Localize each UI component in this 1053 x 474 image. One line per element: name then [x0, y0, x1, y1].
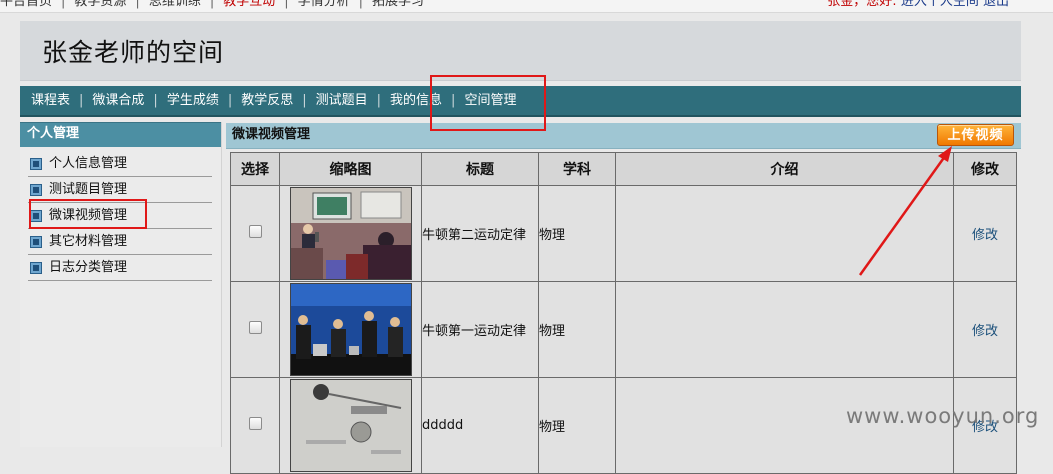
- sidebar-item-log-categories[interactable]: 日志分类管理: [28, 255, 212, 281]
- sidebar-item-label: 个人信息管理: [49, 155, 128, 171]
- table-row: 牛顿第一运动定律 物理 修改: [230, 281, 1017, 378]
- video-thumbnail[interactable]: [289, 283, 412, 376]
- user-greeting: 张金，您好:: [827, 0, 897, 9]
- annotation-box-video-management: [29, 199, 147, 229]
- sidebar-item-other-materials[interactable]: 其它材料管理: [28, 229, 212, 255]
- nav-item-schedule[interactable]: 课程表: [31, 93, 70, 108]
- topnav-link-resources[interactable]: 教学资源: [74, 0, 126, 9]
- row-checkbox[interactable]: [248, 225, 262, 238]
- page-header: 张金老师的空间: [20, 21, 1021, 81]
- nav-item-reflection[interactable]: 教学反思: [241, 93, 293, 108]
- column-header-select: 选择: [230, 152, 280, 186]
- sidebar-item-label: 其它材料管理: [49, 233, 128, 249]
- nav-item-tests[interactable]: 测试题目: [316, 93, 368, 108]
- annotation-arrow-icon: [858, 146, 952, 276]
- edit-link[interactable]: 修改: [972, 324, 998, 339]
- topnav-link-home[interactable]: 平台首页: [0, 0, 52, 9]
- video-thumbnail[interactable]: [289, 187, 412, 280]
- sidebar-item-personal-info[interactable]: 个人信息管理: [28, 151, 212, 177]
- list-bullet-icon: [30, 261, 42, 274]
- watermark: www.wooyun.org: [846, 404, 1040, 428]
- nav-item-grades[interactable]: 学生成绩: [167, 93, 219, 108]
- topnav-link-extension[interactable]: 拓展学习: [372, 0, 424, 9]
- edit-link[interactable]: 修改: [972, 228, 998, 243]
- sidebar-item-label: 测试题目管理: [49, 181, 128, 197]
- user-links: 张金，您好: 进入个人空间 退出: [827, 0, 1009, 12]
- sidebar: 个人管理 个人信息管理 测试题目管理 微课视频管理 其它材料管理 日志分类管理: [20, 122, 222, 447]
- nav-item-microlesson[interactable]: 微课合成: [92, 93, 144, 108]
- row-checkbox[interactable]: [248, 321, 262, 334]
- page-title: 张金老师的空间: [42, 38, 225, 67]
- personal-space-link[interactable]: 进入个人空间: [901, 0, 979, 9]
- column-header-edit: 修改: [953, 152, 1017, 186]
- column-header-title: 标题: [421, 152, 539, 186]
- annotation-box-space-management: [430, 75, 546, 131]
- video-subject: 物理: [538, 281, 616, 378]
- video-title: ddddd: [421, 377, 539, 474]
- sidebar-item-label: 日志分类管理: [49, 259, 128, 275]
- logout-link[interactable]: 退出: [983, 0, 1009, 9]
- video-subject: 物理: [538, 377, 616, 474]
- content-title: 微课视频管理: [232, 127, 311, 142]
- video-title: 牛顿第一运动定律: [421, 281, 539, 378]
- video-thumbnail[interactable]: [289, 379, 412, 472]
- column-header-subject: 学科: [538, 152, 616, 186]
- top-nav-items: 平台首页 | 教学资源 | 思维训练 | 教学互动 | 学情分析 | 拓展学习: [0, 0, 424, 12]
- topnav-link-thinking[interactable]: 思维训练: [149, 0, 201, 9]
- row-checkbox[interactable]: [248, 417, 262, 430]
- top-navigation: 平台首页 | 教学资源 | 思维训练 | 教学互动 | 学情分析 | 拓展学习 张金，您好: 进入个…: [0, 0, 1053, 13]
- list-bullet-icon: [30, 157, 42, 170]
- list-bullet-icon: [30, 235, 42, 248]
- list-bullet-icon: [30, 183, 42, 196]
- column-header-thumbnail: 缩略图: [279, 152, 422, 186]
- video-intro: [615, 281, 954, 378]
- video-subject: 物理: [538, 185, 616, 282]
- sidebar-title: 个人管理: [20, 122, 221, 147]
- topnav-link-analysis[interactable]: 学情分析: [298, 0, 350, 9]
- video-title: 牛顿第二运动定律: [421, 185, 539, 282]
- topnav-link-interaction[interactable]: 教学互动: [223, 0, 275, 9]
